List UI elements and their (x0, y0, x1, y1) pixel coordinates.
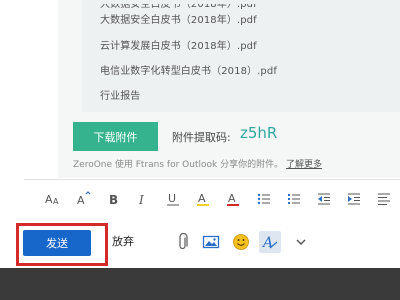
format-icon[interactable]: A (259, 231, 281, 253)
font-size-icon[interactable]: AA (43, 189, 63, 209)
underline-icon[interactable]: U (163, 189, 183, 209)
bold-icon[interactable]: B (104, 189, 124, 209)
svg-text:A: A (261, 235, 273, 251)
svg-text:A: A (228, 192, 236, 205)
svg-text:A: A (53, 197, 59, 206)
compose-pane: 大数据安全白皮书（2018年）.pdf 大数据安全白皮书（2018年）.pdf … (0, 0, 400, 268)
attachment-item[interactable]: 电信业数字化转型白皮书（2018）.pdf (100, 62, 277, 77)
download-attachments-button[interactable]: 下载附件 (73, 122, 158, 151)
svg-text:A: A (45, 193, 53, 206)
align-icon[interactable] (374, 189, 394, 209)
emoji-icon[interactable] (230, 231, 252, 253)
font-color-icon[interactable]: A (223, 189, 243, 209)
svg-text:A: A (77, 194, 85, 207)
highlight-icon[interactable]: A (193, 189, 213, 209)
send-highlight-box (16, 223, 108, 266)
share-note-text: ZeroOne 使用 Ftrans for Outlook 分享你的附件。 (73, 160, 284, 170)
grow-font-icon[interactable]: A (74, 189, 94, 209)
discard-button[interactable]: 放弃 (112, 233, 134, 249)
numbering-icon[interactable] (284, 189, 304, 209)
increase-indent-icon[interactable] (344, 189, 364, 209)
attachment-folder[interactable]: 行业报告 (100, 87, 140, 102)
attachment-item[interactable]: 云计算发展白皮书（2018年）.pdf (100, 37, 257, 52)
svg-text:B: B (109, 193, 118, 207)
toolbar-divider (24, 179, 400, 180)
decrease-indent-icon[interactable] (314, 189, 334, 209)
svg-text:U: U (168, 192, 176, 205)
taskbar (0, 268, 400, 300)
svg-text:A: A (198, 192, 206, 205)
attach-icon[interactable] (172, 231, 194, 253)
share-note: ZeroOne 使用 Ftrans for Outlook 分享你的附件。 了解… (73, 157, 322, 170)
italic-icon[interactable]: I (133, 189, 153, 209)
svg-text:I: I (138, 193, 144, 207)
learn-more-link[interactable]: 了解更多 (286, 160, 322, 170)
picture-icon[interactable] (200, 231, 222, 253)
left-rail (0, 0, 24, 175)
bullets-icon[interactable] (254, 189, 274, 209)
extract-code-value: z5hR (240, 124, 278, 142)
more-chevron-icon[interactable] (290, 231, 312, 253)
extract-code-label: 附件提取码: (172, 131, 231, 144)
attachment-item[interactable]: 大数据安全白皮书（2018年）.pdf (100, 11, 257, 26)
